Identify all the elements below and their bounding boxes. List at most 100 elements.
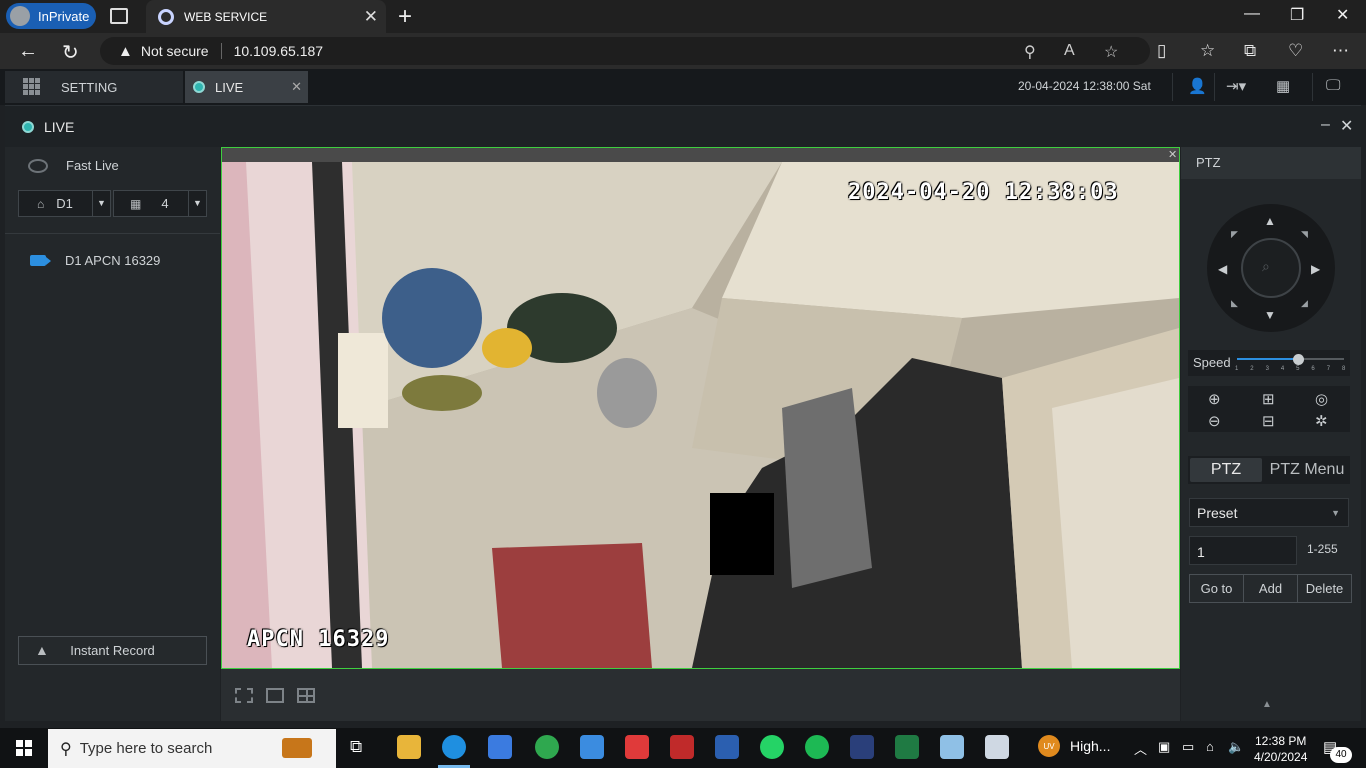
preset-number-input[interactable]: 1 — [1189, 536, 1297, 565]
iris-open-icon[interactable]: ◎ — [1315, 390, 1328, 408]
network-icon[interactable]: ⌂ — [1206, 739, 1214, 754]
close-video-icon[interactable]: ✕ — [1168, 148, 1177, 161]
divider — [1172, 73, 1173, 101]
collections-icon[interactable]: ⧉ — [1244, 41, 1256, 61]
single-view-icon[interactable] — [266, 688, 284, 703]
device-tree-item[interactable]: D1 APCN 16329 — [30, 253, 160, 268]
fast-live[interactable]: Fast Live — [28, 158, 119, 173]
zoom-in-icon[interactable]: ⊕ — [1208, 390, 1221, 408]
focus-near-icon[interactable]: ⊞ — [1262, 390, 1275, 408]
up-right-arrow-icon[interactable]: ◥ — [1301, 229, 1308, 240]
minimize-icon[interactable]: — — [1244, 5, 1260, 23]
chevron-down-icon: ▼ — [1331, 508, 1340, 518]
tab-ptz[interactable]: PTZ — [1190, 458, 1262, 482]
channel-icon: ⌂ — [37, 196, 45, 211]
show-hidden-icons-icon[interactable]: ︿ — [1134, 739, 1147, 758]
tab-ptz-menu[interactable]: PTZ Menu — [1266, 458, 1348, 482]
down-left-arrow-icon[interactable]: ◣ — [1231, 298, 1238, 309]
anydesk-icon[interactable] — [625, 735, 649, 759]
task-view-icon[interactable]: ⧉ — [350, 737, 362, 757]
spotify-icon[interactable] — [805, 735, 829, 759]
up-arrow-icon[interactable]: ▲ — [1264, 214, 1276, 228]
logout-icon[interactable]: ⇥▾ — [1226, 77, 1246, 95]
quad-view-icon[interactable] — [297, 688, 315, 703]
inprivate-button[interactable]: InPrivate — [6, 3, 96, 29]
iris-close-icon[interactable]: ✲ — [1315, 412, 1328, 430]
split-select[interactable]: ▦ 4 ▼ — [113, 190, 207, 217]
ptz-center-button[interactable]: ⌕ — [1241, 238, 1301, 298]
speed-tick-label: 3 — [1265, 366, 1269, 372]
down-right-arrow-icon[interactable]: ◢ — [1301, 298, 1308, 309]
instant-record-button[interactable]: ▲ Instant Record — [18, 636, 207, 665]
add-preset-button[interactable]: Add — [1243, 574, 1298, 603]
search-icon: ⚲ — [60, 740, 72, 758]
chrome-icon[interactable] — [535, 735, 559, 759]
taskbar-weather-item[interactable]: UV High... — [1038, 735, 1110, 757]
up-left-arrow-icon[interactable]: ◤ — [1231, 229, 1238, 240]
window-app-icon[interactable] — [985, 735, 1009, 759]
edge-browser-icon[interactable] — [442, 735, 466, 759]
refresh-icon[interactable]: ↻ — [62, 40, 79, 65]
favorites-icon[interactable]: ☆ — [1200, 41, 1215, 61]
fit-screen-icon[interactable] — [235, 688, 253, 703]
speed-slider-fill — [1237, 358, 1299, 360]
split-screen-icon[interactable]: ▯ — [1157, 41, 1166, 61]
user-icon[interactable]: 👤 — [1188, 77, 1207, 95]
clock-time: 12:38 PM — [1255, 734, 1307, 748]
close-tab-icon[interactable]: ✕ — [364, 7, 378, 27]
inprivate-label: InPrivate — [38, 8, 90, 24]
preset-select[interactable]: Preset ▼ — [1189, 498, 1349, 527]
whatsapp-icon[interactable] — [760, 735, 784, 759]
close-panel-icon[interactable]: ✕ — [1340, 116, 1353, 136]
new-tab-icon[interactable]: + — [398, 3, 412, 31]
close-live-tab-icon[interactable]: ✕ — [291, 79, 302, 95]
url-field[interactable]: ▲ Not secure 10.109.65.187 — [100, 37, 1150, 65]
notification-count-badge: 40 — [1330, 747, 1352, 763]
osd-timestamp: 2024-04-20 12:38:03 — [848, 180, 1119, 205]
warning-icon: ▲ — [35, 642, 49, 658]
close-window-icon[interactable]: ✕ — [1336, 5, 1349, 25]
browser-tab[interactable]: WEB SERVICE ✕ — [146, 0, 386, 33]
more-menu-icon[interactable]: ⋯ — [1332, 41, 1349, 61]
taskbar-clock[interactable]: 12:38 PM 4/20/2024 — [1254, 733, 1307, 765]
focus-far-icon[interactable]: ⊟ — [1262, 412, 1275, 430]
volume-icon[interactable]: 🔈 — [1228, 739, 1244, 755]
collapse-up-icon[interactable]: ▲ — [1262, 699, 1272, 710]
down-arrow-icon[interactable]: ▼ — [1264, 308, 1276, 322]
display-icon[interactable]: 🖵 — [1326, 77, 1340, 94]
taskbar-search-input[interactable]: ⚲ Type here to search — [48, 729, 336, 768]
speed-tick-label: 6 — [1311, 366, 1315, 372]
channel-select[interactable]: ⌂ D1 ▼ — [18, 190, 111, 217]
delete-preset-button[interactable]: Delete — [1297, 574, 1352, 603]
notepad-icon[interactable] — [940, 735, 964, 759]
meet-now-icon[interactable]: ▣ — [1158, 739, 1170, 755]
minimize-panel-icon[interactable]: – — [1321, 116, 1330, 134]
left-arrow-icon[interactable]: ◀ — [1218, 262, 1227, 276]
zoom-icon[interactable]: ⚲ — [1024, 42, 1036, 62]
file-explorer-icon[interactable] — [397, 735, 421, 759]
favorite-star-icon[interactable]: ☆ — [1104, 42, 1118, 62]
restore-icon[interactable]: ❐ — [1290, 5, 1304, 25]
live-video-feed[interactable] — [221, 147, 1180, 669]
live-tab[interactable]: LIVE ✕ — [185, 71, 308, 103]
mail-icon[interactable] — [580, 735, 604, 759]
read-aloud-icon[interactable]: A — [1064, 42, 1075, 60]
white-box — [338, 333, 388, 428]
setting-tab[interactable]: SETTING — [5, 71, 183, 103]
back-icon[interactable]: ← — [18, 40, 38, 63]
search-placeholder: Type here to search — [79, 740, 213, 757]
excel-icon[interactable] — [895, 735, 919, 759]
briefcase-icon — [282, 738, 312, 758]
zoom-out-icon[interactable]: ⊖ — [1208, 412, 1221, 430]
microsoft-store-icon[interactable] — [488, 735, 512, 759]
right-arrow-icon[interactable]: ▶ — [1311, 262, 1320, 276]
browser-essentials-icon[interactable]: ♡ — [1288, 41, 1303, 61]
document-app-icon[interactable] — [715, 735, 739, 759]
tally-icon[interactable] — [670, 735, 694, 759]
tab-actions-icon[interactable] — [110, 8, 128, 24]
network-app-icon[interactable] — [850, 735, 874, 759]
windows-start-icon[interactable] — [16, 740, 32, 756]
qr-code-icon[interactable]: ▦ — [1276, 77, 1290, 95]
goto-preset-button[interactable]: Go to — [1189, 574, 1244, 603]
battery-icon[interactable]: ▭ — [1182, 739, 1194, 755]
